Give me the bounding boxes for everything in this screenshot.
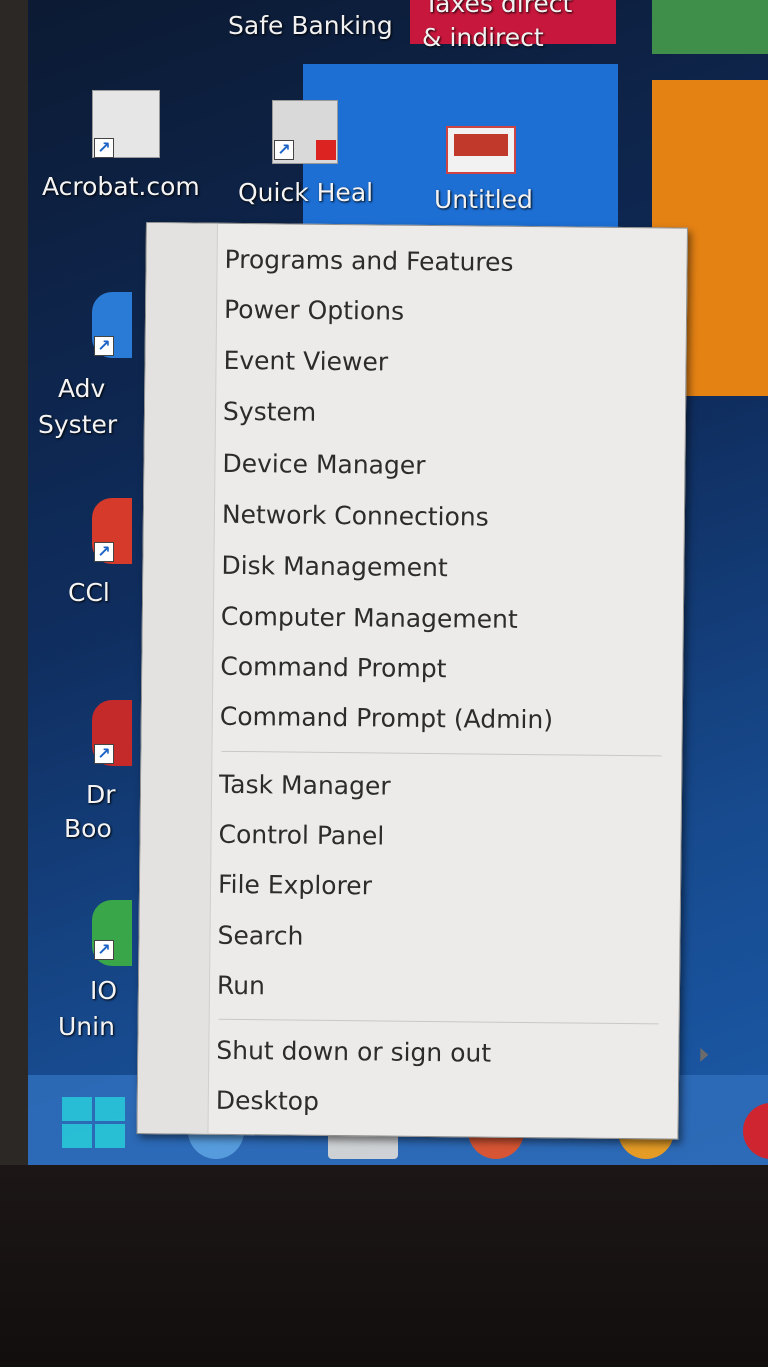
shortcut-arrow-icon: ↗: [94, 542, 114, 562]
start-button[interactable]: [62, 1097, 126, 1149]
tile-label-untitled: Untitled: [434, 185, 533, 214]
desktop-icon-label: Dr: [86, 780, 116, 809]
menu-item-file-explorer[interactable]: File Explorer: [210, 862, 668, 913]
desktop-icon-label: IO: [90, 976, 118, 1005]
menu-separator: [221, 750, 662, 757]
shortcut-arrow-icon: ↗: [94, 336, 114, 356]
tile-green[interactable]: [652, 0, 768, 54]
monitor-bezel-left: [0, 0, 30, 1180]
desktop-icon-label: Quick Heal: [238, 178, 374, 207]
menu-item-desktop[interactable]: Desktop: [208, 1078, 666, 1129]
menu-item-programs-and-features[interactable]: Programs and Features: [216, 237, 674, 288]
desktop-icon-label: Unin: [58, 1012, 115, 1041]
desktop-screen: Safe Banking Taxes direct & indirect Unt…: [28, 0, 768, 1165]
menu-separator: [218, 1018, 659, 1025]
submenu-arrow-icon: [700, 1047, 709, 1062]
menu-item-system[interactable]: System: [215, 389, 673, 440]
desktop-icon-label: CCl: [68, 578, 110, 607]
menu-item-run[interactable]: Run: [209, 963, 667, 1014]
menu-item-network-connections[interactable]: Network Connections: [214, 492, 672, 543]
menu-item-control-panel[interactable]: Control Panel: [210, 812, 668, 863]
power-user-menu: Programs and Features Power Options Even…: [136, 222, 709, 1140]
menu-item-shut-down-or-sign-out[interactable]: Shut down or sign out: [208, 1028, 709, 1079]
menu-item-computer-management[interactable]: Computer Management: [213, 594, 671, 645]
menu-item-task-manager[interactable]: Task Manager: [211, 762, 669, 813]
shortcut-arrow-icon: ↗: [94, 940, 114, 960]
desktop-icon-label: Boo: [64, 814, 112, 843]
desktop-icon-label: Syster: [38, 410, 118, 439]
shortcut-arrow-icon: ↗: [94, 138, 114, 158]
presentation-icon: [446, 126, 516, 174]
windows-logo-icon: [62, 1097, 92, 1121]
menu-item-device-manager[interactable]: Device Manager: [214, 441, 672, 492]
menu-gutter: [137, 223, 218, 1134]
menu-item-label: Shut down or sign out: [216, 1035, 492, 1068]
tile-label-taxes-line1: Taxes direct: [424, 0, 573, 18]
menu-item-command-prompt[interactable]: Command Prompt: [212, 644, 670, 695]
quick-heal-badge-icon: [316, 140, 336, 160]
menu-item-power-options[interactable]: Power Options: [216, 287, 674, 338]
tile-label-safe-banking: Safe Banking: [228, 11, 393, 40]
tile-label-taxes-line2: & indirect: [422, 23, 544, 52]
desktop-icon-label: Adv: [58, 374, 106, 403]
shortcut-arrow-icon: ↗: [94, 744, 114, 764]
menu-item-disk-management[interactable]: Disk Management: [213, 543, 671, 594]
menu-item-command-prompt-admin[interactable]: Command Prompt (Admin): [212, 694, 670, 745]
menu-item-event-viewer[interactable]: Event Viewer: [215, 338, 673, 389]
menu-item-search[interactable]: Search: [209, 913, 667, 964]
shortcut-arrow-icon: ↗: [274, 140, 294, 160]
taskbar-app-icon[interactable]: [743, 1103, 768, 1159]
monitor-bezel-bottom: [0, 1165, 768, 1367]
desktop-icon-label: Acrobat.com: [42, 172, 200, 201]
